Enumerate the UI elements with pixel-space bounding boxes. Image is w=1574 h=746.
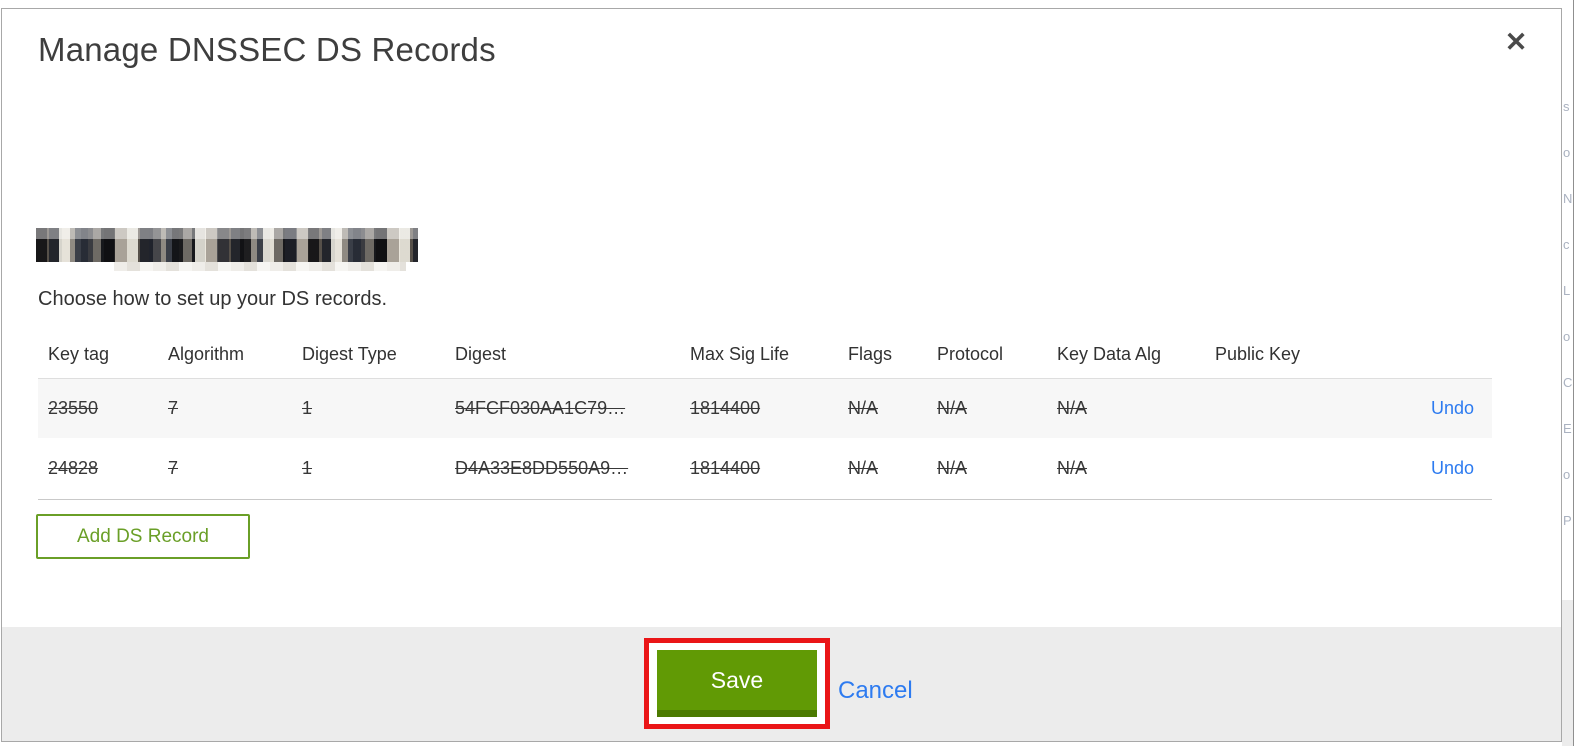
table-row: 23550 7 1 54FCF030AA1C79… 1814400 N/A N/…: [38, 379, 1492, 438]
save-button-highlight-annotation: Save: [644, 638, 830, 729]
cell-protocol: N/A: [937, 458, 968, 478]
close-icon-glyph: ✕: [1504, 26, 1528, 57]
cancel-link[interactable]: Cancel: [838, 677, 913, 705]
col-header-protocol: Protocol: [937, 344, 1004, 364]
cell-algorithm: 7: [168, 398, 179, 418]
page-root: { "modal": { "title": "Manage DNSSEC DS …: [0, 0, 1574, 746]
cell-key-data-alg: N/A: [1057, 458, 1088, 478]
cell-flags: N/A: [848, 458, 879, 478]
col-header-public-key: Public Key: [1215, 344, 1301, 364]
col-header-key-data-alg: Key Data Alg: [1057, 344, 1162, 364]
col-header-algorithm: Algorithm: [168, 344, 245, 364]
redacted-domain-name: [36, 228, 418, 271]
table-row: 24828 7 1 D4A33E8DD550A9… 1814400 N/A N/…: [38, 438, 1492, 500]
cell-flags: N/A: [848, 398, 879, 418]
cell-algorithm: 7: [168, 458, 179, 478]
save-button[interactable]: Save: [657, 650, 817, 717]
cell-key-data-alg: N/A: [1057, 398, 1088, 418]
cell-max-sig-life: 1814400: [690, 398, 761, 418]
col-header-digest-type: Digest Type: [302, 344, 397, 364]
undo-link[interactable]: Undo: [1431, 398, 1474, 418]
col-header-digest: Digest: [455, 344, 507, 364]
background-footer-sliver: [1562, 600, 1573, 746]
background-text-fragments: s o N c L o C E o P: [1563, 99, 1573, 528]
cell-digest-type: 1: [302, 458, 313, 478]
cell-key-tag: 23550: [48, 398, 99, 418]
cell-actions: Undo: [1428, 458, 1492, 479]
table-header-row: Key tag Algorithm Digest Type Digest Max…: [38, 331, 1492, 379]
cell-protocol: N/A: [937, 398, 968, 418]
cell-digest: D4A33E8DD550A9…: [455, 458, 629, 478]
cell-digest: 54FCF030AA1C79…: [455, 398, 626, 418]
cell-key-tag: 24828: [48, 458, 99, 478]
page-title: Manage DNSSEC DS Records: [38, 31, 496, 68]
col-header-key-tag: Key tag: [48, 344, 110, 364]
col-header-max-sig-life: Max Sig Life: [690, 344, 790, 364]
add-ds-record-button[interactable]: Add DS Record: [36, 514, 250, 559]
undo-link[interactable]: Undo: [1431, 458, 1474, 478]
lead-text: Choose how to set up your DS records.: [38, 288, 388, 310]
cell-max-sig-life: 1814400: [690, 458, 761, 478]
cell-digest-type: 1: [302, 398, 313, 418]
ds-records-table: Key tag Algorithm Digest Type Digest Max…: [38, 331, 1492, 500]
manage-dnssec-modal: Manage DNSSEC DS Records ✕ Choose how to…: [1, 8, 1562, 742]
cell-actions: Undo: [1428, 398, 1492, 419]
col-header-flags: Flags: [848, 344, 893, 364]
background-page-edge: s o N c L o C E o P: [1562, 0, 1573, 746]
close-icon[interactable]: ✕: [1499, 25, 1533, 59]
